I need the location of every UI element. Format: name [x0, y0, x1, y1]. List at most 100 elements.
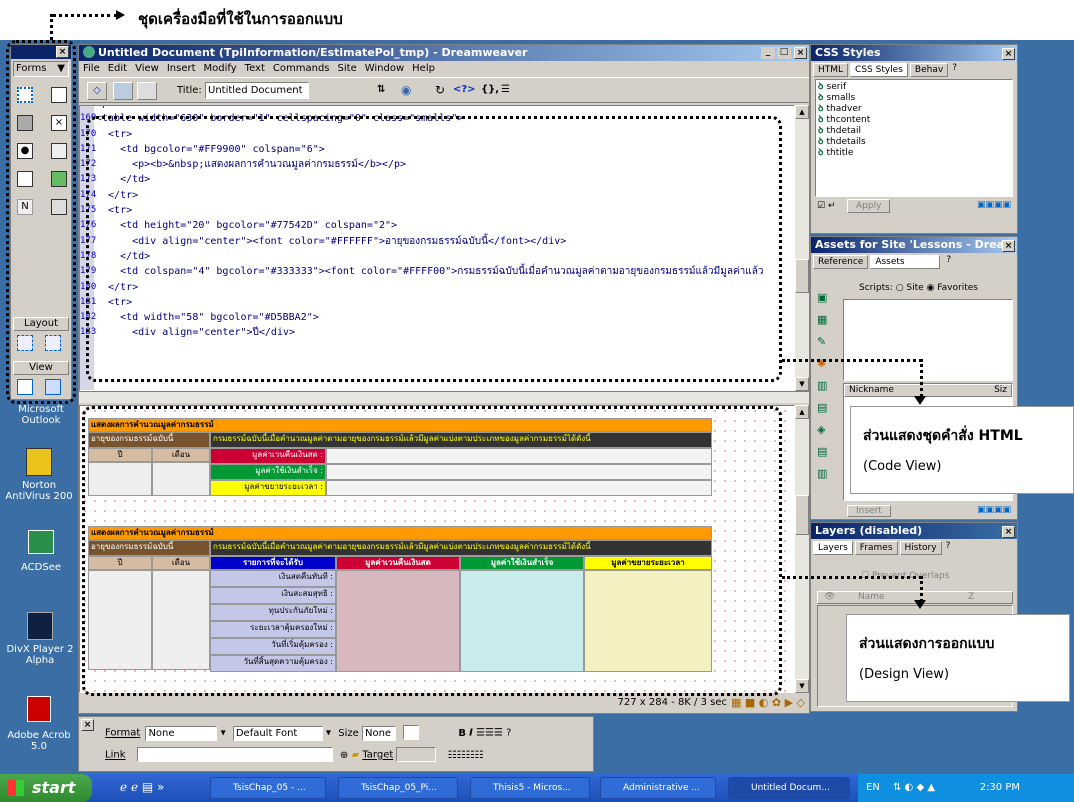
help-icon[interactable]: ? [946, 255, 951, 269]
movies-icon[interactable]: ▤ [817, 397, 835, 419]
file-management-icon[interactable]: ⇅ [377, 84, 385, 95]
reference-icon[interactable]: <?> [453, 84, 476, 95]
help-icon[interactable]: ? [952, 63, 957, 77]
tab-history[interactable]: History [899, 541, 942, 555]
desktop-icon-acrobat[interactable]: Adobe Acrob 5.0 [2, 696, 76, 752]
list-icons[interactable]: ☷☷☷☷ [448, 750, 484, 761]
menu-view[interactable]: View [135, 63, 159, 74]
split-view-icon[interactable] [113, 82, 133, 100]
maximize-button[interactable]: □ [777, 47, 791, 59]
code-nav-icon[interactable]: {}, [481, 84, 499, 95]
menu-file[interactable]: File [83, 63, 100, 74]
target-select[interactable] [396, 747, 437, 762]
link-input[interactable] [136, 747, 333, 762]
design-scrollbar[interactable]: ▲ ▼ [795, 405, 809, 693]
menu-modify[interactable]: Modify [204, 63, 237, 74]
language-indicator[interactable]: EN [866, 782, 880, 793]
asset-actions-icons[interactable]: ▣▣▣▣ [977, 505, 1011, 515]
help-icon[interactable]: ? [946, 541, 951, 555]
title-input[interactable]: Untitled Document [205, 82, 309, 99]
close-button[interactable]: × [794, 47, 807, 59]
close-icon[interactable]: × [1002, 526, 1015, 538]
favorites-radio[interactable]: ◉ Favorites [927, 283, 978, 293]
taskbar-item[interactable]: TsisChap_05 - ... [210, 777, 326, 799]
acrobat-icon [27, 696, 51, 722]
apply-button[interactable]: Apply [847, 199, 891, 213]
css-styles-panel: CSS Styles × HTML CSS Styles Behav ? ꝺ s… [810, 44, 1018, 234]
taskbar-item[interactable]: TsisChap_05_Pi... [338, 777, 458, 799]
menu-window[interactable]: Window [365, 63, 404, 74]
site-radio[interactable]: ○ Site [896, 283, 924, 293]
close-icon[interactable]: × [1002, 48, 1015, 60]
view-options-icon[interactable]: ☰ [501, 84, 510, 95]
font-select[interactable]: Default Font [232, 725, 323, 741]
menu-text[interactable]: Text [245, 63, 265, 74]
preview-browser-icon[interactable]: ◉ [401, 83, 411, 97]
show-desktop-icon[interactable]: ▤ [142, 780, 153, 794]
italic-icon[interactable]: I [469, 728, 473, 739]
refresh-icon[interactable]: ↻ [435, 83, 445, 97]
flash-icon[interactable]: ✺ [817, 353, 835, 375]
minimize-button[interactable]: _ [761, 47, 775, 59]
window-size-status[interactable]: 727 x 284 - 8K / 3 sec [618, 697, 727, 708]
tab-reference[interactable]: Reference [813, 255, 869, 269]
images-icon[interactable]: ▣ [817, 287, 835, 309]
style-item-smalls[interactable]: ꝺ smalls [818, 93, 1010, 104]
bold-icon[interactable]: B [458, 728, 466, 739]
menu-site[interactable]: Site [338, 63, 357, 74]
chevron-right-icon[interactable]: » [157, 780, 164, 794]
tray-icons[interactable]: ⇅ ◐ ◆ ▲ [893, 782, 935, 793]
code-scrollbar[interactable]: ▲ ▼ [795, 105, 809, 391]
format-select[interactable]: None [145, 725, 218, 741]
style-actions-icons[interactable]: ▣▣▣▣ [977, 200, 1011, 210]
desktop-icon-acdsee[interactable]: ACDSee [6, 530, 76, 573]
style-item-thtitle[interactable]: ꝺ thtitle [818, 148, 1010, 159]
close-icon[interactable]: × [81, 719, 94, 731]
desktop-icon-norton[interactable]: Norton AntiVirus 200 [2, 448, 76, 502]
size-select[interactable]: None [361, 725, 396, 741]
ie-icon[interactable]: ℯ [120, 780, 127, 794]
scripts-icon[interactable]: ◈ [817, 419, 835, 441]
help-icon[interactable]: ? [506, 728, 511, 739]
tab-behaviors[interactable]: Behav [909, 63, 949, 77]
menu-help[interactable]: Help [412, 63, 435, 74]
tab-assets[interactable]: Assets [870, 255, 941, 269]
taskbar-item[interactable]: Thisis5 - Micros... [470, 777, 590, 799]
tab-html[interactable]: HTML [813, 63, 849, 77]
templates-icon[interactable]: ▤ [817, 441, 835, 463]
urls-icon[interactable]: ✎ [817, 331, 835, 353]
colors-icon[interactable]: ▦ [817, 309, 835, 331]
code-view-icon[interactable]: ◇ [87, 82, 107, 100]
windows-logo-icon [8, 780, 24, 796]
menu-edit[interactable]: Edit [108, 63, 127, 74]
insert-button[interactable]: Insert [847, 505, 891, 517]
style-item-serif[interactable]: ꝺ serif [818, 82, 1010, 93]
align-icons[interactable]: ☰☰☰ [476, 728, 503, 739]
close-icon[interactable]: × [1002, 240, 1015, 252]
code-hscrollbar[interactable] [79, 391, 809, 403]
taskbar-item[interactable]: Administrative ... [600, 777, 716, 799]
taskbar-item-active[interactable]: Untitled Docum... [728, 777, 850, 799]
library-icon[interactable]: ▥ [817, 463, 835, 485]
design-view-icon[interactable] [137, 82, 157, 100]
tab-layers[interactable]: Layers [813, 541, 853, 555]
tab-css-styles[interactable]: CSS Styles [850, 63, 908, 77]
style-item-thdetails[interactable]: ꝺ thdetails [818, 137, 1010, 148]
desktop-icon-outlook[interactable]: Microsoft Outlook [6, 404, 76, 426]
style-item-thcontent[interactable]: ꝺ thcontent [818, 115, 1010, 126]
auto-apply-checkbox[interactable]: ☑ ↵ [817, 201, 835, 211]
launcher-icons: ▦ ■ ◐ ✿ ▶ ◇ [731, 696, 806, 709]
desktop-icon-divx[interactable]: DivX Player 2 Alpha [4, 612, 76, 666]
clock[interactable]: 2:30 PM [980, 774, 1020, 802]
folder-icon[interactable]: ▰ [351, 750, 359, 761]
start-button[interactable]: start [0, 774, 92, 802]
style-item-thadver[interactable]: ꝺ thadver [818, 104, 1010, 115]
shockwave-icon[interactable]: ▥ [817, 375, 835, 397]
color-swatch[interactable] [403, 725, 420, 740]
point-to-file-icon[interactable]: ⊕ [340, 750, 348, 761]
tab-frames[interactable]: Frames [854, 541, 898, 555]
menu-insert[interactable]: Insert [167, 63, 196, 74]
ie2-icon[interactable]: ℯ [131, 780, 138, 794]
menu-commands[interactable]: Commands [273, 63, 330, 74]
style-item-thdetail[interactable]: ꝺ thdetail [818, 126, 1010, 137]
